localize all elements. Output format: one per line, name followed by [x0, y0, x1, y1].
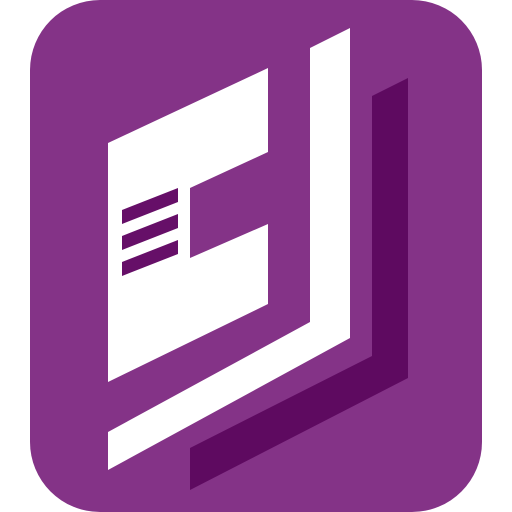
app-icon-canvas: [0, 0, 512, 512]
document-logo-icon: [30, 0, 482, 512]
